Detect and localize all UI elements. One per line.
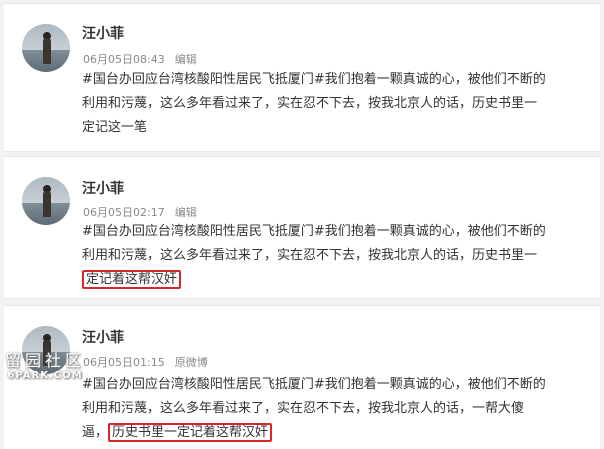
post-text-line: 逼， 历史书里一定记着这帮汉奸 (82, 421, 582, 445)
post-text: #国台办回应台湾核酸阳性居民飞抵厦门#我们抱着一颗真诚的心，被他们不断的 利用和… (82, 373, 582, 445)
site-watermark: 留园社区 6PARK.COM (0, 353, 90, 381)
avatar[interactable] (22, 24, 70, 72)
author-name[interactable]: 汪小菲 (82, 23, 124, 43)
post-text-line: 利用和污蔑，这么多年看过来了，实在忍不下去，按我北京人的话，历史书里一 (82, 96, 538, 111)
avatar[interactable] (22, 177, 70, 225)
post-text: #国台办回应台湾核酸阳性居民飞抵厦门#我们抱着一颗真诚的心，被他们不断的 利用和… (82, 68, 582, 140)
edit-label[interactable]: 编辑 (175, 53, 197, 66)
post-text-line: #国台办回应台湾核酸阳性居民飞抵厦门#我们抱着一颗真诚的心，被他们不断的 (82, 377, 546, 392)
post-text-line: 利用和污蔑，这么多年看过来了，实在忍不下去，按我北京人的话，历史书里一 (82, 248, 538, 263)
original-weibo-link[interactable]: 原微博 (175, 356, 208, 369)
post-timestamp[interactable]: 06月05日01:15 (83, 356, 165, 369)
post-text-line: 利用和污蔑，这么多年看过来了，实在忍不下去，按我北京人的话，一帮大傻 (82, 401, 525, 416)
post-timestamp[interactable]: 06月05日08:43 (83, 53, 165, 66)
weibo-feed: 汪小菲 06月05日08:43 编辑 #国台办回应台湾核酸阳性居民飞抵厦门#我们抱… (0, 0, 604, 449)
post-text-line: #国台办回应台湾核酸阳性居民飞抵厦门#我们抱着一颗真诚的心，被他们不断的 (82, 72, 546, 87)
post-card: 汪小菲 06月05日08:43 编辑 #国台办回应台湾核酸阳性居民飞抵厦门#我们抱… (4, 3, 600, 152)
post-text-line: 定记这一笔 (82, 120, 148, 135)
post-card: 汪小菲 06月05日02:17 编辑 #国台办回应台湾核酸阳性居民飞抵厦门#我们抱… (4, 156, 600, 299)
post-timestamp[interactable]: 06月05日02:17 (83, 206, 165, 219)
highlight-box: 历史书里一定记着这帮汉奸 (108, 423, 273, 442)
watermark-en: 6PARK.COM (7, 370, 83, 381)
post-text: #国台办回应台湾核酸阳性居民飞抵厦门#我们抱着一颗真诚的心，被他们不断的 利用和… (82, 220, 582, 292)
author-name[interactable]: 汪小菲 (82, 178, 124, 198)
post-text-fragment: 逼， (82, 425, 109, 440)
post-meta: 06月05日01:15 原微博 (83, 354, 208, 370)
watermark-cn: 留园社区 (4, 351, 85, 370)
highlight-box: 定记着这帮汉奸 (82, 270, 182, 289)
post-meta: 06月05日08:43 编辑 (83, 51, 197, 67)
post-card: 汪小菲 06月05日01:15 原微博 #国台办回应台湾核酸阳性居民飞抵厦门#我们… (4, 305, 600, 449)
post-text-line: #国台办回应台湾核酸阳性居民飞抵厦门#我们抱着一颗真诚的心，被他们不断的 (82, 224, 546, 239)
post-text-line: 定记着这帮汉奸 (82, 268, 582, 292)
edit-label[interactable]: 编辑 (175, 206, 197, 219)
post-meta: 06月05日02:17 编辑 (83, 204, 197, 220)
author-name[interactable]: 汪小菲 (82, 327, 124, 347)
